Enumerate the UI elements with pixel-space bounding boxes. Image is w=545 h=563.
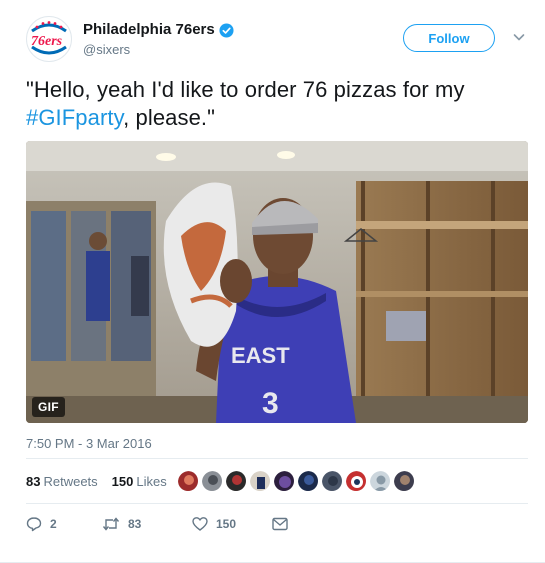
tweet-header: 76ers Philadelphia 76ers @sixers Follow [26,12,526,72]
likes-stat[interactable]: 150 Likes [112,474,167,489]
tweet-timestamp[interactable]: 7:50 PM - 3 Mar 2016 [26,436,152,451]
gif-media[interactable]: EAST 3 GIF [26,141,528,423]
retweets-label: Retweets [43,473,98,489]
retweets-count: 83 [26,473,41,489]
likes-label: Likes [136,473,167,489]
display-name-text[interactable]: Philadelphia 76ers [83,21,215,39]
liker-avatars [177,470,415,492]
retweet-count: 83 [128,517,142,531]
hashtag-link[interactable]: #GIFparty [26,105,123,130]
liker-avatar[interactable] [273,470,295,492]
gif-frame-image: EAST 3 [26,141,528,423]
liker-avatar[interactable] [201,470,223,492]
direct-message-button[interactable] [272,517,288,531]
liker-avatar[interactable] [321,470,343,492]
svg-text:EAST: EAST [231,343,290,368]
heart-icon [192,517,208,531]
follow-button[interactable]: Follow [403,24,495,52]
envelope-icon [272,517,288,531]
tweet-text: "Hello, yeah I'd like to order 76 pizzas… [26,76,526,132]
retweet-button[interactable]: 83 [102,516,192,532]
tweet-card: 76ers Philadelphia 76ers @sixers Follow … [0,0,545,563]
retweets-stat[interactable]: 83 Retweets [26,474,98,489]
sixers-logo-icon: 76ers [28,18,70,60]
liker-avatar[interactable] [393,470,415,492]
liker-avatar[interactable] [369,470,391,492]
gif-badge: GIF [32,397,65,417]
account-info: Philadelphia 76ers @sixers [83,21,234,59]
tweet-actions: 2 83 150 [26,514,288,534]
display-name[interactable]: Philadelphia 76ers [83,21,234,39]
tweet-text-part: "Hello, yeah I'd like to order 76 pizzas… [26,77,465,102]
likes-count: 150 [111,473,134,489]
reply-icon [26,517,42,532]
svg-text:76ers: 76ers [31,34,63,49]
liker-avatar[interactable] [177,470,199,492]
reply-count: 2 [50,517,57,531]
like-button[interactable]: 150 [192,516,270,532]
like-count: 150 [216,517,237,531]
chevron-down-icon[interactable] [511,29,527,45]
liker-avatar[interactable] [297,470,319,492]
liker-avatar[interactable] [345,470,367,492]
divider [26,503,528,504]
tweet-text-part: , please." [123,105,216,130]
retweet-icon [102,517,120,531]
verified-badge-icon [219,22,234,38]
avatar[interactable]: 76ers [26,16,72,62]
svg-text:3: 3 [262,387,279,420]
tweet-stats: 83 Retweets 150 Likes [26,466,181,496]
liker-avatar[interactable] [225,470,247,492]
divider [26,458,528,459]
account-handle[interactable]: @sixers [83,41,234,59]
reply-button[interactable]: 2 [26,516,80,532]
liker-avatar[interactable] [249,470,271,492]
